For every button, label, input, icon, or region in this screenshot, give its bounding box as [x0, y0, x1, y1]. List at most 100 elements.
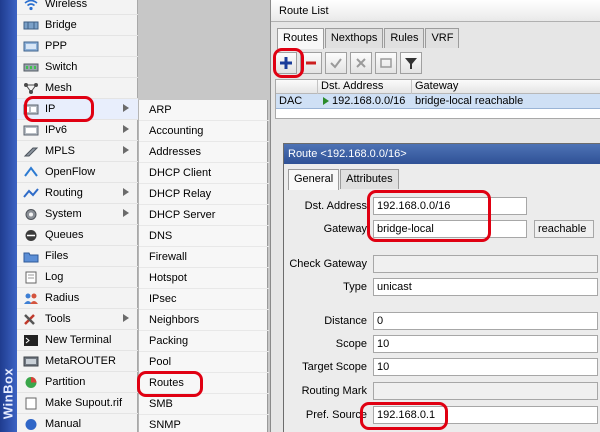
menu-item-manual[interactable]: Manual	[17, 414, 138, 432]
log-icon	[22, 270, 40, 284]
submenu-item-dns[interactable]: DNS	[139, 226, 269, 247]
tab-general[interactable]: General	[288, 169, 340, 190]
filter-button[interactable]	[400, 52, 422, 74]
ipv6-icon	[22, 123, 40, 137]
menu-item-log[interactable]: Log	[17, 267, 138, 288]
type-select[interactable]: unicast	[373, 278, 598, 296]
tab-rules[interactable]: Rules	[384, 28, 425, 48]
submenu-item-ipsec[interactable]: IPsec	[139, 289, 269, 310]
column-header-flags[interactable]	[276, 80, 318, 94]
winbox-brand-label: WinBox	[0, 367, 16, 420]
comment-route-button[interactable]	[375, 52, 397, 74]
menu-item-label: Routing	[45, 187, 83, 199]
check-gateway-field[interactable]	[373, 255, 598, 273]
menu-item-bridge[interactable]: Bridge	[17, 15, 138, 36]
submenu-arrow-icon	[122, 124, 130, 134]
tab-vrf[interactable]: VRF	[425, 28, 460, 48]
tools-icon	[22, 312, 40, 326]
highlight-ip-menu	[24, 96, 94, 122]
menu-item-metarouter[interactable]: MetaROUTER	[17, 351, 138, 372]
route-dialog-tabs: General Attributes	[288, 169, 400, 190]
disable-route-button[interactable]	[350, 52, 372, 74]
submenu-arrow-icon	[122, 208, 130, 218]
menu-item-label: Bridge	[45, 19, 77, 31]
submenu-item-snmp[interactable]: SNMP	[139, 415, 269, 432]
submenu-arrow-icon	[122, 187, 130, 197]
enable-route-button[interactable]	[325, 52, 347, 74]
route-flags: DAC	[279, 95, 303, 107]
submenu-arrow-icon	[122, 103, 130, 113]
submenu-arrow-icon	[122, 145, 130, 155]
submenu-item-dhcp-client[interactable]: DHCP Client	[139, 163, 269, 184]
route-detail-dialog: Route <192.168.0.0/16> General Attribute…	[283, 143, 600, 432]
submenu-item-accounting[interactable]: Accounting	[139, 121, 269, 142]
submenu-item-packing[interactable]: Packing	[139, 331, 269, 352]
menu-item-make-supout[interactable]: Make Supout.rif	[17, 393, 138, 414]
menu-item-new-terminal[interactable]: New Terminal	[17, 330, 138, 351]
submenu-item-dhcp-relay[interactable]: DHCP Relay	[139, 184, 269, 205]
target-scope-field[interactable]: 10	[373, 358, 598, 376]
routing-icon	[22, 186, 40, 200]
submenu-item-hotspot[interactable]: Hotspot	[139, 268, 269, 289]
menu-item-openflow[interactable]: OpenFlow	[17, 162, 138, 183]
pref-source-label: Pref. Source	[305, 409, 367, 421]
submenu-item-pool[interactable]: Pool	[139, 352, 269, 373]
wireless-icon	[22, 0, 40, 11]
scope-label: Scope	[335, 338, 367, 350]
menu-item-system[interactable]: System	[17, 204, 138, 225]
menu-item-radius[interactable]: Radius	[17, 288, 138, 309]
table-row[interactable]: DAC 192.168.0.0/16 bridge-local reachabl…	[276, 94, 600, 109]
tab-attributes[interactable]: Attributes	[340, 169, 399, 189]
gateway-label: Gateway	[323, 223, 367, 235]
switch-icon	[22, 60, 40, 74]
submenu-item-neighbors[interactable]: Neighbors	[139, 310, 269, 331]
scope-field[interactable]: 10	[373, 335, 598, 353]
routing-mark-field[interactable]	[373, 382, 598, 400]
menu-item-mpls[interactable]: MPLS	[17, 141, 138, 162]
column-header-gateway[interactable]: Gateway	[412, 80, 600, 94]
menu-item-ipv6[interactable]: IPv6	[17, 120, 138, 141]
submenu-item-arp[interactable]: ARP	[139, 100, 269, 121]
submenu-item-smb[interactable]: SMB	[139, 394, 269, 415]
metarouter-icon	[22, 354, 40, 368]
route-table-header: Dst. Address Gateway	[276, 80, 600, 94]
menu-item-label: Make Supout.rif	[45, 397, 123, 409]
submenu-item-firewall[interactable]: Firewall	[139, 247, 269, 268]
menu-item-label: Radius	[45, 292, 80, 304]
menu-item-partition[interactable]: Partition	[17, 372, 138, 393]
comment-icon	[380, 58, 392, 68]
menu-item-ppp[interactable]: PPP	[17, 36, 138, 57]
menu-item-wireless[interactable]: Wireless	[17, 0, 138, 15]
distance-field[interactable]: 0	[373, 312, 598, 330]
tab-nexthops[interactable]: Nexthops	[324, 28, 384, 48]
routing-mark-label: Routing Mark	[301, 385, 367, 397]
gateway-status: reachable	[534, 220, 594, 238]
menu-item-tools[interactable]: Tools	[17, 309, 138, 330]
menu-item-files[interactable]: Files	[17, 246, 138, 267]
mpls-icon	[22, 144, 40, 158]
ppp-icon	[22, 39, 40, 53]
highlight-pref-source	[360, 402, 448, 430]
highlight-dst-gateway	[367, 190, 491, 242]
menu-item-label: Manual	[45, 418, 82, 430]
target-scope-label: Target Scope	[302, 361, 367, 373]
submenu-item-dhcp-server[interactable]: DHCP Server	[139, 205, 269, 226]
menu-item-label: Switch	[45, 61, 78, 73]
terminal-icon	[22, 333, 40, 347]
submenu-item-addresses[interactable]: Addresses	[139, 142, 269, 163]
x-mark-icon	[356, 58, 366, 68]
openflow-icon	[22, 165, 40, 179]
checkmark-icon	[330, 58, 342, 69]
menu-item-label: Mesh	[45, 82, 72, 94]
menu-item-queues[interactable]: Queues	[17, 225, 138, 246]
queues-icon	[22, 228, 40, 242]
tab-routes[interactable]: Routes	[277, 28, 324, 49]
column-header-dst-address[interactable]: Dst. Address	[318, 80, 412, 94]
menu-item-switch[interactable]: Switch	[17, 57, 138, 78]
route-dialog-title: Route <192.168.0.0/16>	[284, 144, 600, 164]
menu-item-label: OpenFlow	[45, 166, 96, 178]
winbox-brand-strip: WinBox	[0, 0, 17, 432]
route-list-tabs: Routes Nexthops Rules VRF	[277, 28, 460, 49]
menu-item-routing[interactable]: Routing	[17, 183, 138, 204]
pie-chart-icon	[22, 375, 40, 389]
